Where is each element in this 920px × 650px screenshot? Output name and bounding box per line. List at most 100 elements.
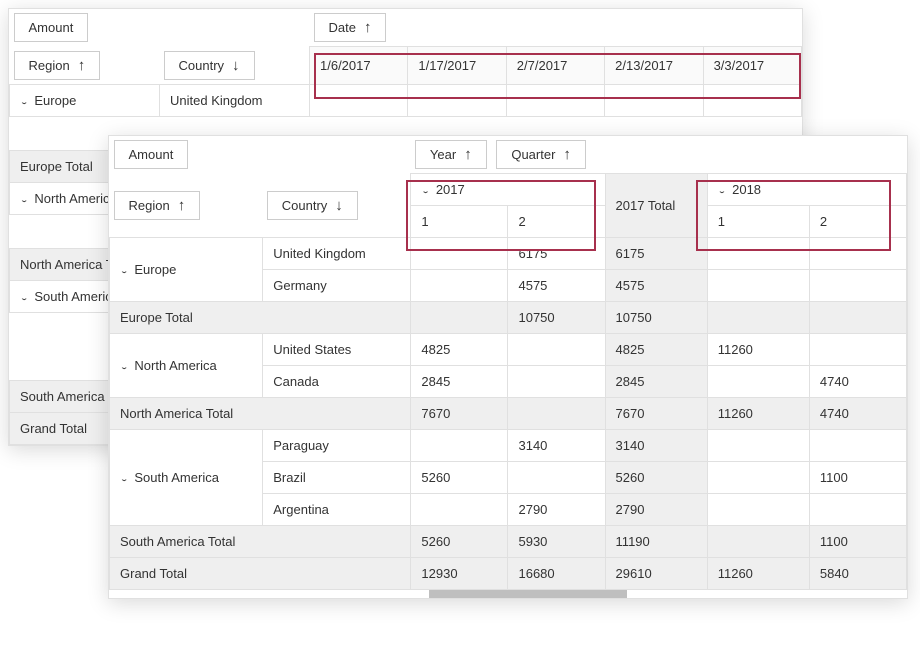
year-total-header: 2017 Total: [605, 174, 707, 238]
quarter-chip[interactable]: Quarter ↑: [496, 140, 586, 169]
date-col-header[interactable]: 3/3/2017: [703, 47, 801, 85]
value-cell: [707, 238, 809, 270]
value-cell: 5840: [809, 558, 906, 590]
value-cell: [411, 270, 508, 302]
value-cell: [809, 494, 906, 526]
value-cell: [809, 238, 906, 270]
value-cell: [707, 526, 809, 558]
sort-asc-icon: ↑: [78, 58, 86, 73]
value-cell: 11260: [707, 398, 809, 430]
value-cell: 11260: [707, 558, 809, 590]
quarter-header[interactable]: 1: [411, 206, 508, 238]
region-cell[interactable]: ⌄North America: [110, 334, 263, 398]
value-cell: [809, 302, 906, 334]
value-cell: 5260: [411, 462, 508, 494]
date-col-header[interactable]: 1/6/2017: [310, 47, 408, 85]
total-row-label: Europe Total: [110, 302, 411, 334]
region-cell[interactable]: ⌄Europe: [110, 238, 263, 302]
chip-label: Date: [329, 20, 356, 35]
value-cell: 5260: [605, 462, 707, 494]
value-cell: 1100: [809, 526, 906, 558]
value-cell: [809, 334, 906, 366]
value-cell: [411, 494, 508, 526]
chevron-down-icon: ⌄: [20, 295, 28, 302]
value-cell: [508, 462, 605, 494]
total-row-label: South America Total: [110, 526, 411, 558]
value-cell: 4575: [508, 270, 605, 302]
value-cell: 6175: [605, 238, 707, 270]
sort-asc-icon: ↑: [364, 20, 372, 35]
value-cell: [707, 366, 809, 398]
quarter-header[interactable]: 2: [809, 206, 906, 238]
value-cell: 16680: [508, 558, 605, 590]
chevron-down-icon: ⌄: [120, 476, 128, 483]
value-cell: 4575: [605, 270, 707, 302]
value-cell: 2845: [605, 366, 707, 398]
sort-asc-icon: ↑: [178, 198, 186, 213]
horizontal-scrollbar[interactable]: [429, 590, 627, 598]
value-cell: [508, 366, 605, 398]
amount-chip-front[interactable]: Amount: [114, 140, 189, 169]
value-cell: [508, 334, 605, 366]
region-chip-front[interactable]: Region ↑: [114, 191, 201, 220]
value-cell: [707, 494, 809, 526]
country-cell: United States: [263, 334, 411, 366]
date-col-header[interactable]: 2/13/2017: [605, 47, 703, 85]
value-cell: 2790: [605, 494, 707, 526]
value-cell: 11190: [605, 526, 707, 558]
region-cell[interactable]: ⌄Europe: [10, 84, 160, 116]
chevron-down-icon: ⌄: [421, 188, 429, 195]
value-cell: 7670: [605, 398, 707, 430]
value-cell: 3140: [508, 430, 605, 462]
country-cell: Brazil: [263, 462, 411, 494]
total-row-label: North America Total: [110, 398, 411, 430]
quarter-header[interactable]: 1: [707, 206, 809, 238]
country-cell: Argentina: [263, 494, 411, 526]
chip-label: Amount: [29, 20, 74, 35]
value-cell: 12930: [411, 558, 508, 590]
value-cell: 2845: [411, 366, 508, 398]
value-cell: 2790: [508, 494, 605, 526]
value-cell: [411, 238, 508, 270]
value-cell: [707, 430, 809, 462]
chevron-down-icon: ⌄: [718, 188, 726, 195]
chip-label: Region: [29, 58, 70, 73]
country-cell: Canada: [263, 366, 411, 398]
value-cell: [809, 270, 906, 302]
value-cell: [411, 430, 508, 462]
year-header-2017[interactable]: ⌄2017: [411, 174, 605, 206]
chip-label: Region: [129, 198, 170, 213]
value-cell: 5260: [411, 526, 508, 558]
year-chip[interactable]: Year ↑: [415, 140, 487, 169]
date-chip[interactable]: Date ↑: [314, 13, 387, 42]
sort-asc-icon: ↑: [563, 147, 571, 162]
date-col-header[interactable]: 2/7/2017: [506, 47, 604, 85]
region-cell[interactable]: ⌄South America: [110, 430, 263, 526]
value-cell: 10750: [508, 302, 605, 334]
value-cell: [809, 430, 906, 462]
value-cell: 4825: [411, 334, 508, 366]
chip-label: Quarter: [511, 147, 555, 162]
date-col-header[interactable]: 1/17/2017: [408, 47, 506, 85]
region-chip-back[interactable]: Region ↑: [14, 51, 101, 80]
value-cell: 10750: [605, 302, 707, 334]
quarter-header[interactable]: 2: [508, 206, 605, 238]
chevron-down-icon: ⌄: [120, 268, 128, 275]
amount-chip-back[interactable]: Amount: [14, 13, 89, 42]
value-cell: 4740: [809, 398, 906, 430]
value-cell: [707, 270, 809, 302]
value-cell: 1100: [809, 462, 906, 494]
value-cell: [508, 398, 605, 430]
chevron-down-icon: ⌄: [20, 197, 28, 204]
sort-desc-icon: ↓: [335, 198, 343, 213]
country-cell: United Kingdom: [263, 238, 411, 270]
year-header-2018[interactable]: ⌄2018: [707, 174, 906, 206]
chip-label: Year: [430, 147, 456, 162]
value-cell: 7670: [411, 398, 508, 430]
pivot-table-quarterly: Amount Year ↑ Quarter ↑ Region ↑: [108, 135, 908, 599]
value-cell: [707, 462, 809, 494]
value-cell: 4740: [809, 366, 906, 398]
country-chip-front[interactable]: Country ↓: [267, 191, 358, 220]
country-chip-back[interactable]: Country ↓: [164, 51, 255, 80]
value-cell: 3140: [605, 430, 707, 462]
